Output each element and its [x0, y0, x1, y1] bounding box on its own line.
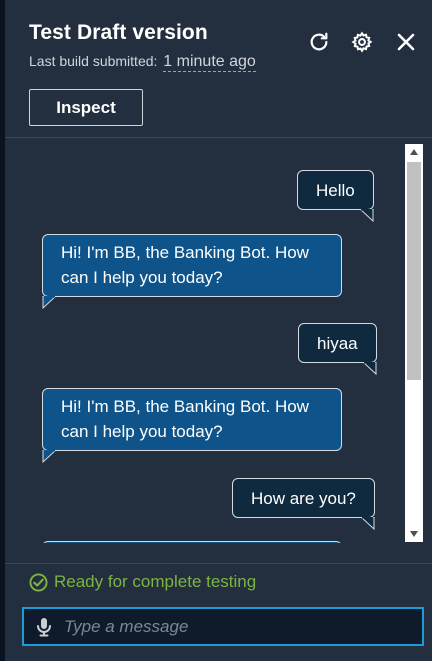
- bot-message-partial: [42, 541, 342, 543]
- build-status-label: Last build submitted:: [29, 53, 158, 69]
- user-message: How are you?: [232, 478, 375, 530]
- test-bot-panel: Test Draft version Last build submitted:…: [5, 0, 432, 661]
- bubble-tail: [42, 450, 56, 463]
- check-circle-icon: [29, 572, 48, 592]
- message-text: How are you?: [251, 488, 356, 508]
- refresh-icon[interactable]: [307, 30, 331, 54]
- message-text: hiyaa: [317, 333, 358, 353]
- scroll-down-arrow-icon[interactable]: [405, 526, 423, 542]
- bubble-tail: [359, 209, 374, 222]
- status-text: Ready for complete testing: [54, 572, 257, 591]
- testing-status: Ready for complete testing: [29, 572, 256, 592]
- build-status: Last build submitted: 1 minute ago: [29, 53, 256, 72]
- message-text: Hello: [316, 180, 355, 200]
- build-time[interactable]: 1 minute ago: [163, 53, 256, 72]
- message-input-box[interactable]: [22, 607, 424, 646]
- scroll-thumb[interactable]: [407, 162, 421, 380]
- inspect-button[interactable]: Inspect: [29, 89, 143, 126]
- bubble-tail: [360, 517, 375, 530]
- chat-transcript[interactable]: Hello Hi! I'm BB, the Banking Bot. How c…: [5, 138, 432, 543]
- message-input[interactable]: [64, 616, 422, 637]
- message-text: Hi! I'm BB, the Banking Bot. How can I h…: [61, 243, 309, 287]
- bubble-tail: [362, 362, 377, 375]
- footer-divider: [5, 563, 432, 564]
- bubble-tail: [42, 296, 56, 309]
- bot-message: Hi! I'm BB, the Banking Bot. How can I h…: [42, 388, 342, 463]
- message-text: Hi! I'm BB, the Banking Bot. How can I h…: [61, 397, 309, 441]
- gear-icon[interactable]: [350, 30, 374, 54]
- panel-header: Test Draft version Last build submitted:…: [5, 0, 432, 138]
- scroll-up-arrow-icon[interactable]: [405, 144, 423, 160]
- panel-title: Test Draft version: [29, 21, 208, 44]
- user-message: hiyaa: [298, 323, 377, 375]
- chat-scrollbar[interactable]: [405, 144, 423, 542]
- bot-message: Hi! I'm BB, the Banking Bot. How can I h…: [42, 234, 342, 309]
- close-icon[interactable]: [394, 30, 418, 54]
- microphone-icon[interactable]: [24, 617, 64, 637]
- user-message: Hello: [297, 170, 374, 222]
